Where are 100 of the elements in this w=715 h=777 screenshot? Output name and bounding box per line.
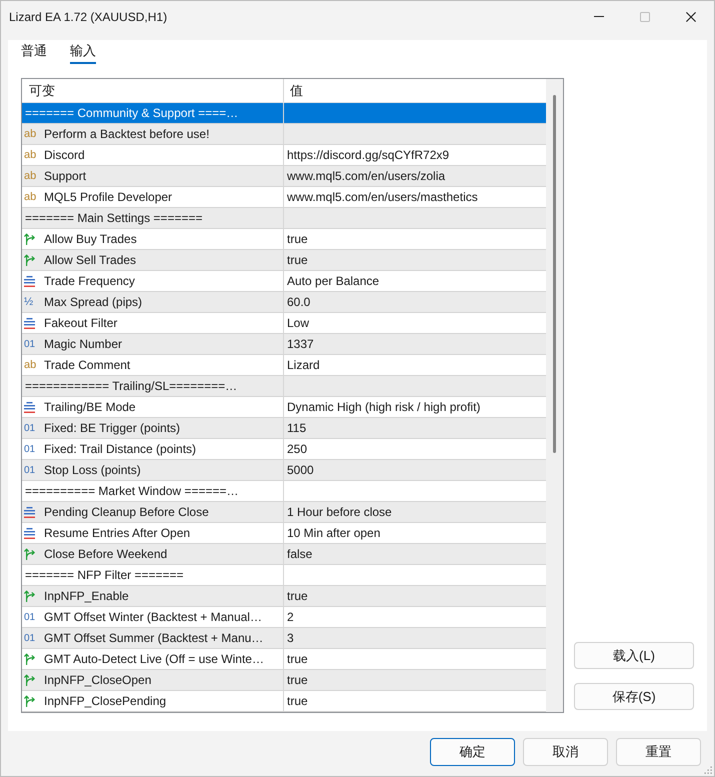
parameter-value: https://discord.gg/sqCYfR72x9 [287,148,450,162]
parameter-name: Trailing/BE Mode [44,400,136,414]
parameter-row[interactable]: 01 Fixed: BE Trigger (points) 115 [22,418,546,439]
parameter-value: 3 [287,631,294,645]
parameter-row[interactable]: ======= Community & Support ====… [22,103,546,124]
parameter-value: 10 Min after open [287,526,380,540]
ok-button[interactable]: 确定 [430,738,515,766]
parameter-row[interactable]: ab Trade Comment Lizard [22,355,546,376]
list-lines-icon [24,276,35,286]
parameter-value: 1337 [287,337,314,351]
section-title: ======= NFP Filter ======= [24,568,184,582]
parameter-value: true [287,232,308,246]
parameter-name: Fakeout Filter [44,316,118,330]
parameter-name: MQL5 Profile Developer [44,190,172,204]
integer-type-icon: 01 [24,338,36,350]
integer-type-icon: 01 [24,632,36,644]
branch-arrow-icon [24,695,35,707]
column-header[interactable]: 值 [284,79,546,102]
parameter-row[interactable]: Trade Frequency Auto per Balance [22,271,546,292]
parameter-value: true [287,694,308,708]
parameter-row[interactable]: Allow Buy Trades true [22,229,546,250]
text-type-icon: ab [24,192,36,202]
parameter-row[interactable]: InpNFP_Enable true [22,586,546,607]
parameter-row[interactable]: ab MQL5 Profile Developer www.mql5.com/en/users/masthetics [22,187,546,208]
parameter-row[interactable]: InpNFP_CloseOpen true [22,670,546,691]
parameter-row[interactable]: ½ Max Spread (pips) 60.0 [22,292,546,313]
integer-type-icon: 01 [24,444,36,454]
window-title: Lizard EA 1.72 (XAUUSD,H1) [8,8,168,24]
parameter-row[interactable]: Allow Sell Trades true [22,250,546,271]
text-type-icon: ab [24,150,36,160]
parameter-value: true [287,253,308,267]
branch-arrow-icon [24,590,35,602]
parameter-row[interactable]: GMT Auto-Detect Live (Off = use Winte… true [22,649,546,670]
parameter-value: Lizard [287,358,320,372]
scrollbar-thumb[interactable] [553,95,556,453]
parameter-value: true [287,589,308,603]
parameter-value: 5000 [287,463,314,477]
reset-button[interactable]: 重置 [616,738,701,766]
tab[interactable]: 输入 [70,40,96,64]
integer-type-icon: 01 [24,464,36,476]
parameter-name: Stop Loss (points) [44,463,141,477]
parameter-name: InpNFP_ClosePending [44,694,166,708]
parameter-name: InpNFP_CloseOpen [44,673,152,687]
parameter-row[interactable]: ab Support www.mql5.com/en/users/zolia [22,166,546,187]
cancel-button[interactable]: 取消 [523,738,608,766]
parameter-value: Auto per Balance [287,274,380,288]
parameter-value: true [287,652,308,666]
parameter-value: Low [287,316,310,330]
parameter-row[interactable]: Pending Cleanup Before Close 1 Hour before close [22,502,546,523]
parameter-value: www.mql5.com/en/users/zolia [287,169,446,183]
parameter-row[interactable]: ======= Main Settings ======= [22,208,546,229]
parameter-row[interactable]: 01 Stop Loss (points) 5000 [22,460,546,481]
section-title: ======= Community & Support ====… [24,106,238,120]
parameter-name: Allow Buy Trades [44,232,137,246]
parameter-value: 250 [287,442,308,456]
scrollbar-track[interactable] [546,79,563,712]
parameter-name: InpNFP_Enable [44,589,129,603]
parameter-row[interactable]: 01 GMT Offset Winter (Backtest + Manual… 2 [22,607,546,628]
parameter-name: Trade Frequency [44,274,135,288]
parameter-name: Max Spread (pips) [44,295,142,309]
text-type-icon: ab [24,170,36,182]
parameter-row[interactable]: Close Before Weekend false [22,544,546,565]
list-lines-icon [24,528,35,538]
parameter-name: Resume Entries After Open [44,526,190,540]
parameter-row[interactable]: ========== Market Window ======… [22,481,546,502]
minimize-icon [594,16,604,17]
parameter-row[interactable]: 01 Fixed: Trail Distance (points) 250 [22,439,546,460]
parameter-value: true [287,673,308,687]
branch-arrow-icon [24,233,35,245]
parameter-row[interactable]: Resume Entries After Open 10 Min after open [22,523,546,544]
parameter-row[interactable]: 01 GMT Offset Summer (Backtest + Manu… 3 [22,628,546,649]
list-lines-icon [24,402,35,412]
parameter-value: false [287,547,312,561]
parameter-row[interactable]: Trailing/BE Mode Dynamic High (high risk / high profit) [22,397,546,418]
parameter-row[interactable]: ============ Trailing/SL========… [22,376,546,397]
parameter-name: GMT Offset Winter (Backtest + Manual… [44,610,262,624]
integer-type-icon: 01 [24,612,36,622]
parameter-value: 1 Hour before close [287,505,392,519]
parameter-row[interactable]: ab Discord https://discord.gg/sqCYfR72x9 [22,145,546,166]
parameter-value: 2 [287,610,294,624]
parameter-row[interactable]: 01 Magic Number 1337 [22,334,546,355]
fraction-icon: ½ [24,296,34,308]
parameter-name: GMT Auto-Detect Live (Off = use Winte… [44,652,264,666]
text-type-icon: ab [24,128,36,140]
parameter-row[interactable]: ab Perform a Backtest before use! [22,124,546,145]
parameter-row[interactable]: ======= NFP Filter ======= [22,565,546,586]
parameter-value: www.mql5.com/en/users/masthetics [287,190,478,204]
branch-arrow-icon [24,674,35,686]
column-header[interactable]: 可变 [22,79,284,102]
load-button[interactable]: 载入(L) [574,642,694,669]
save-button[interactable]: 保存(S) [574,683,694,710]
parameter-value: 115 [287,421,306,435]
tab[interactable]: 普通 [21,40,47,64]
list-lines-icon [24,506,35,518]
section-title: ======= Main Settings ======= [24,211,202,225]
parameter-row[interactable]: InpNFP_ClosePending true [22,691,546,712]
close-icon [686,12,696,22]
parameter-value: 60.0 [287,295,310,309]
section-title: ========== Market Window ======… [24,484,238,498]
parameter-row[interactable]: Fakeout Filter Low [22,313,546,334]
